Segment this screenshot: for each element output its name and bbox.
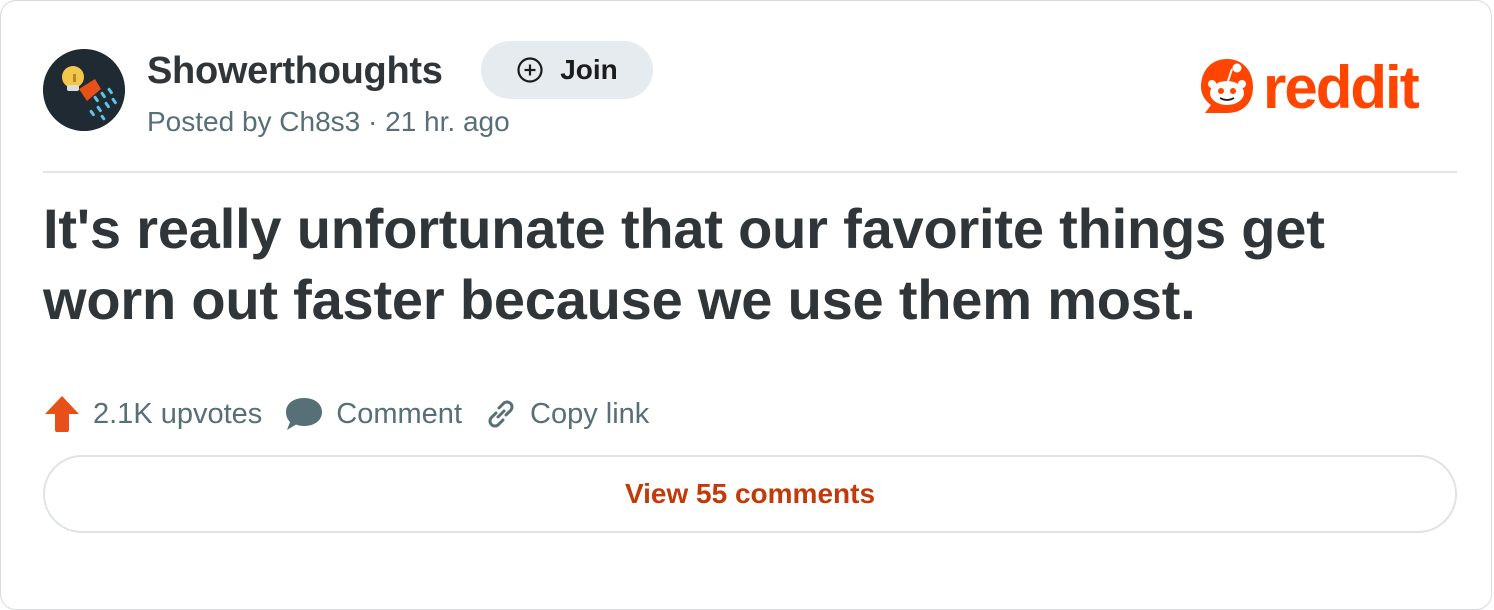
copy-link-button[interactable]: Copy link bbox=[484, 397, 649, 431]
subreddit-name[interactable]: Showerthoughts bbox=[147, 49, 443, 93]
join-button[interactable]: Join bbox=[481, 41, 653, 99]
join-label: Join bbox=[560, 54, 618, 85]
comment-bubble-icon bbox=[284, 395, 324, 433]
comment-button[interactable]: Comment bbox=[284, 395, 462, 433]
subreddit-avatar-icon[interactable] bbox=[43, 49, 125, 131]
reddit-logo[interactable]: reddit bbox=[1197, 53, 1420, 126]
reddit-wordmark: reddit bbox=[1263, 53, 1420, 121]
post-card: Showerthoughts Join Posted by Ch8s3 · 21… bbox=[0, 0, 1492, 610]
post-meta: Posted by Ch8s3 · 21 hr. ago bbox=[147, 106, 510, 137]
link-chain-icon bbox=[484, 397, 518, 431]
plus-circle-icon bbox=[516, 56, 544, 84]
post-title[interactable]: It's really unfortunate that our favorit… bbox=[43, 193, 1463, 335]
comment-label: Comment bbox=[336, 397, 462, 430]
reddit-snoo-icon bbox=[1197, 55, 1257, 126]
post-actions: 2.1K upvotes Comment Copy link bbox=[43, 393, 671, 435]
upvote-count: 2.1K upvotes bbox=[93, 397, 263, 430]
upvote-arrow-icon bbox=[43, 394, 81, 434]
view-comments-button[interactable]: View 55 comments bbox=[43, 455, 1457, 533]
copy-link-label: Copy link bbox=[530, 397, 650, 430]
header-divider bbox=[43, 171, 1457, 173]
upvote-button[interactable]: 2.1K upvotes bbox=[43, 394, 262, 434]
